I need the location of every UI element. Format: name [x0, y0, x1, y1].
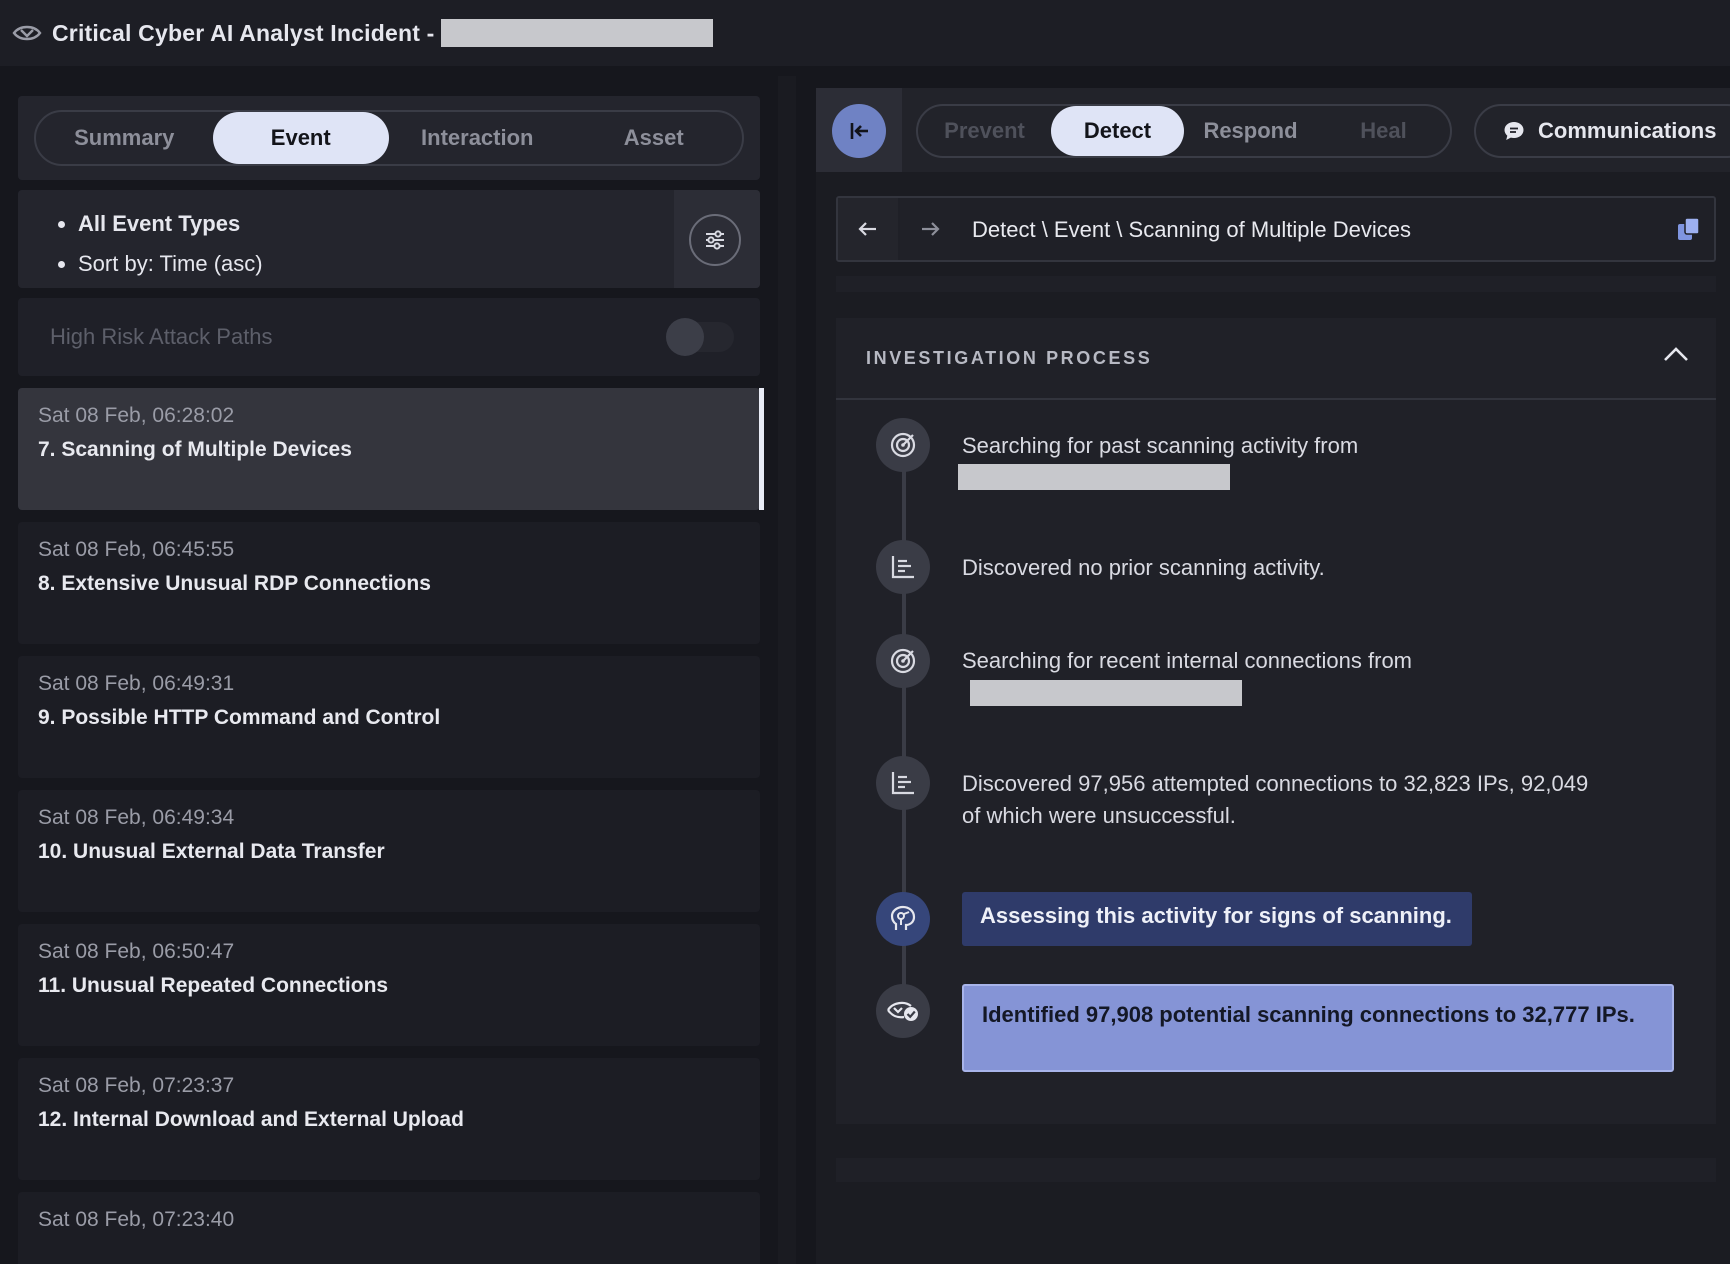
copy-icon[interactable] [1676, 216, 1702, 242]
redacted-incident-id [440, 19, 713, 47]
communications-button[interactable]: Communications [1474, 104, 1730, 158]
chart-icon [876, 756, 930, 810]
investigation-header: INVESTIGATION PROCESS [836, 318, 1716, 400]
event-name: 10. Unusual External Data Transfer [38, 840, 385, 863]
eye-check-icon [876, 984, 930, 1038]
tab-summary[interactable]: Summary [36, 112, 213, 164]
assessing-step-highlight: Assessing this activity for signs of sca… [962, 892, 1472, 946]
left-tabs-container: Summary Event Interaction Asset [18, 96, 760, 180]
event-time: Sat 08 Feb, 06:45:55 [38, 538, 235, 561]
tab-asset[interactable]: Asset [566, 112, 743, 164]
filter-button-container [674, 190, 760, 288]
redacted-device [958, 464, 1230, 490]
event-time: Sat 08 Feb, 07:23:37 [38, 1074, 235, 1097]
collapse-panel-button[interactable] [832, 104, 886, 158]
event-item-7[interactable]: Sat 08 Feb, 06:28:02 7. Scanning of Mult… [18, 388, 764, 510]
step-text: Discovered no prior scanning activity. [962, 555, 1325, 580]
phase-tabs: Prevent Detect Respond Heal [916, 104, 1452, 158]
arrow-right-icon [922, 222, 940, 236]
high-risk-attack-paths-label: High Risk Attack Paths [50, 324, 273, 349]
event-item-12[interactable]: Sat 08 Feb, 07:23:37 12. Internal Downlo… [18, 1058, 760, 1180]
event-time: Sat 08 Feb, 06:49:31 [38, 672, 235, 695]
event-time: Sat 08 Feb, 06:50:47 [38, 940, 235, 963]
communications-label: Communications [1538, 118, 1717, 143]
sliders-icon [706, 230, 724, 250]
arrow-left-icon [858, 222, 876, 236]
breadcrumb: Detect \ Event \ Scanning of Multiple De… [972, 217, 1411, 242]
event-time: Sat 08 Feb, 06:28:02 [38, 404, 235, 427]
incident-title: Critical Cyber AI Analyst Incident - [52, 19, 435, 46]
chevron-up-icon[interactable] [1662, 344, 1690, 364]
event-name: 9. Possible HTTP Command and Control [38, 706, 441, 729]
event-item-11[interactable]: Sat 08 Feb, 06:50:47 11. Unusual Repeate… [18, 924, 760, 1046]
right-panel: Prevent Detect Respond Heal Communicatio… [816, 88, 1730, 1264]
panel-divider[interactable] [778, 76, 796, 1264]
filter-settings-button[interactable] [689, 214, 741, 266]
filter-summary: All Event Types Sort by: Time (asc) [18, 190, 760, 288]
investigation-process-panel: INVESTIGATION PROCESS Searching for past… [836, 318, 1716, 1124]
filter-sort: Sort by: Time (asc) [58, 244, 263, 284]
target-icon [876, 418, 930, 472]
tab-event[interactable]: Event [212, 112, 389, 164]
tab-respond[interactable]: Respond [1184, 106, 1317, 156]
event-name: 7. Scanning of Multiple Devices [38, 438, 352, 461]
step-text: Discovered 97,956 attempted connections … [962, 771, 1589, 828]
event-name: 11. Unusual Repeated Connections [38, 974, 389, 997]
chart-icon [876, 540, 930, 594]
spacer-strip [836, 276, 1716, 292]
tab-heal[interactable]: Heal [1317, 106, 1450, 156]
high-risk-attack-paths-toggle[interactable] [666, 318, 734, 356]
event-time: Sat 08 Feb, 07:23:40 [38, 1208, 235, 1231]
phase-bar: Prevent Detect Respond Heal Communicatio… [816, 88, 1730, 172]
forward-button[interactable] [900, 198, 960, 260]
title-bar: Critical Cyber AI Analyst Incident - [0, 0, 1730, 66]
tab-detect[interactable]: Detect [1051, 106, 1184, 156]
collapse-left-icon [850, 123, 868, 139]
toggle-knob [666, 318, 704, 356]
event-name: 8. Extensive Unusual RDP Connections [38, 572, 431, 595]
collapse-container [816, 88, 902, 172]
filter-event-types: All Event Types [58, 204, 263, 244]
step-text: Searching for recent internal connection… [962, 648, 1413, 673]
left-panel: Summary Event Interaction Asset All Even… [18, 96, 764, 1264]
breadcrumb-bar: Detect \ Event \ Scanning of Multiple De… [836, 196, 1716, 262]
high-risk-attack-paths-row: High Risk Attack Paths [18, 298, 760, 376]
tab-interaction[interactable]: Interaction [389, 112, 566, 164]
investigation-title: INVESTIGATION PROCESS [866, 348, 1153, 368]
step-text: Searching for past scanning activity fro… [962, 433, 1359, 458]
spacer-strip [836, 1158, 1716, 1182]
redacted-device [970, 680, 1242, 706]
tab-prevent[interactable]: Prevent [918, 106, 1051, 156]
brain-icon [876, 892, 930, 946]
event-item-8[interactable]: Sat 08 Feb, 06:45:55 8. Extensive Unusua… [18, 522, 760, 644]
event-item-13[interactable]: Sat 08 Feb, 07:23:40 [18, 1192, 760, 1264]
identified-step-highlight: Identified 97,908 potential scanning con… [962, 984, 1674, 1072]
chat-bubble-icon [1504, 122, 1524, 140]
event-name: 12. Internal Download and External Uploa… [38, 1108, 464, 1131]
darktrace-logo-icon [12, 25, 42, 41]
event-item-10[interactable]: Sat 08 Feb, 06:49:34 10. Unusual Externa… [18, 790, 760, 912]
event-item-9[interactable]: Sat 08 Feb, 06:49:31 9. Possible HTTP Co… [18, 656, 760, 778]
left-tabs: Summary Event Interaction Asset [34, 110, 744, 166]
back-button[interactable] [838, 198, 898, 260]
target-icon [876, 634, 930, 688]
event-time: Sat 08 Feb, 06:49:34 [38, 806, 235, 829]
